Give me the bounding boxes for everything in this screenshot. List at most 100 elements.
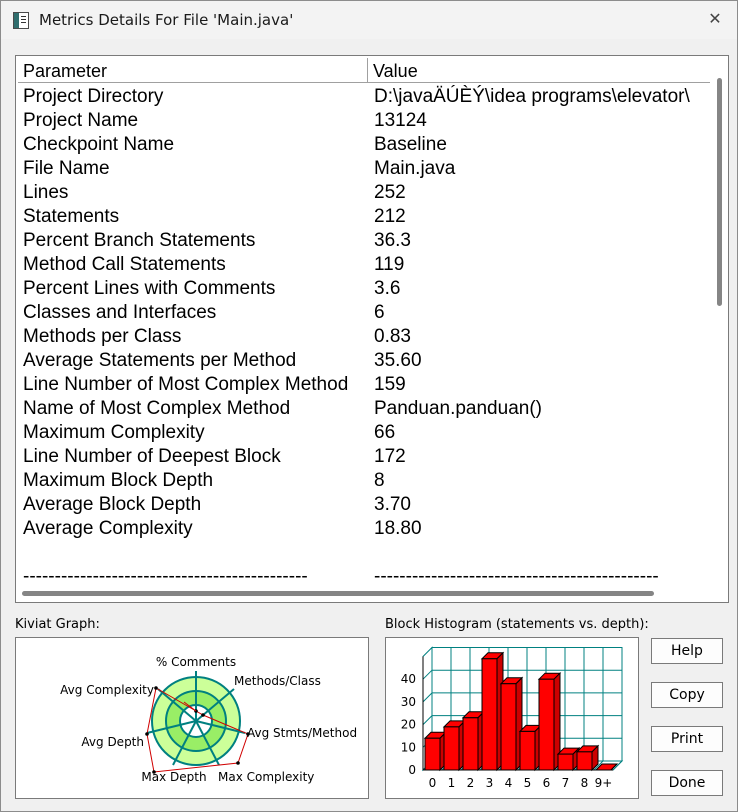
column-header-value[interactable]: Value — [368, 58, 710, 82]
table-row[interactable]: Maximum Block Depth 8 — [18, 470, 710, 494]
x-tick-label: 3 — [486, 776, 494, 790]
x-tick-label: 6 — [543, 776, 551, 790]
print-button[interactable]: Print — [651, 726, 723, 752]
table-row[interactable]: Percent Branch Statements 36.3 — [18, 230, 710, 254]
row-parameter: Project Directory — [23, 86, 164, 107]
close-icon[interactable]: ✕ — [701, 7, 729, 33]
row-value: 212 — [374, 206, 406, 227]
y-tick-label: 30 — [401, 695, 416, 709]
row-parameter: Line Number of Deepest Block — [23, 446, 281, 467]
row-parameter: Checkpoint Name — [23, 134, 175, 155]
histogram-bar — [538, 678, 555, 771]
table-row[interactable]: Project Directory D:\javaÄÚÈÝ\idea progra… — [18, 86, 710, 110]
row-parameter: Average Complexity — [23, 518, 193, 539]
horizontal-scrollbar[interactable] — [18, 586, 710, 600]
vertical-scroll-thumb[interactable] — [717, 78, 722, 306]
y-tick-label: 40 — [401, 672, 416, 686]
row-parameter: Method Call Statements — [23, 254, 226, 275]
table-row[interactable]: Methods per Class 0.83 — [18, 326, 710, 350]
table-row[interactable]: File Name Main.java — [18, 158, 710, 182]
kiviat-axis-label: Avg Depth — [81, 735, 144, 749]
row-value: 6 — [374, 302, 385, 323]
horizontal-scroll-thumb[interactable] — [22, 591, 654, 596]
row-parameter: Maximum Block Depth — [23, 470, 214, 491]
y-tick-label: 10 — [401, 740, 416, 754]
vertical-scrollbar[interactable] — [712, 58, 726, 584]
help-button[interactable]: Help — [651, 638, 723, 664]
x-tick-label: 8 — [581, 776, 589, 790]
kiviat-axis-label: Methods/Class — [234, 674, 321, 688]
table-row[interactable]: Maximum Complexity 66 — [18, 422, 710, 446]
table-row[interactable]: Project Name 13124 — [18, 110, 710, 134]
x-tick-label: 1 — [448, 776, 456, 790]
separator-value: ----------------------------------------… — [374, 566, 659, 587]
histogram-bar — [462, 717, 479, 771]
kiviat-graph: % Comments Methods/Class Avg Stmts/Metho… — [15, 637, 369, 799]
row-parameter: Average Block Depth — [23, 494, 202, 515]
table-row[interactable]: Checkpoint Name Baseline — [18, 134, 710, 158]
row-parameter: Methods per Class — [23, 326, 182, 347]
row-parameter: Percent Branch Statements — [23, 230, 256, 251]
row-value: 252 — [374, 182, 406, 203]
x-tick-label: 9+ — [595, 776, 613, 790]
histogram-bar — [576, 751, 593, 771]
row-value: 159 — [374, 374, 406, 395]
table-row[interactable]: Statements 212 — [18, 206, 710, 230]
kiviat-axis-label: Avg Stmts/Method — [247, 726, 357, 740]
row-value: Main.java — [374, 158, 456, 179]
table-row[interactable]: Average Statements per Method 35.60 — [18, 350, 710, 374]
y-tick-label: 0 — [408, 763, 416, 777]
row-parameter: Project Name — [23, 110, 139, 131]
table-row[interactable]: Name of Most Complex Method Panduan.pandu… — [18, 398, 710, 422]
kiviat-axis-label: Max Depth — [141, 770, 206, 784]
x-tick-label: 4 — [505, 776, 513, 790]
row-value: 3.6 — [374, 278, 401, 299]
list-rows: Project Directory D:\javaÄÚÈÝ\idea progra… — [18, 86, 710, 590]
row-value: 8 — [374, 470, 385, 491]
histogram-bar — [424, 737, 441, 771]
done-button[interactable]: Done — [651, 770, 723, 796]
kiviat-axis-label: Max Complexity — [218, 770, 314, 784]
table-row[interactable]: Average Block Depth 3.70 — [18, 494, 710, 518]
histogram-svg: 0102030400 1 2 3 4 5 6 7 8 9+ — [401, 646, 624, 790]
row-value: D:\javaÄÚÈÝ\idea programs\elevator\ — [374, 86, 690, 107]
row-parameter: Statements — [23, 206, 120, 227]
row-value: Panduan.panduan() — [374, 398, 542, 419]
histogram-bar — [500, 683, 517, 771]
row-parameter: Lines — [23, 182, 69, 203]
table-row[interactable]: Classes and Interfaces 6 — [18, 302, 710, 326]
block-histogram: 0 10 20 30 40 0 1 2 3 4 5 6 7 8 9+ — [385, 637, 639, 799]
metrics-list[interactable]: Parameter Value Project Directory D:\java… — [15, 55, 729, 603]
x-tick-label: 2 — [467, 776, 475, 790]
copy-button[interactable]: Copy — [651, 682, 723, 708]
row-value: 36.3 — [374, 230, 411, 251]
row-parameter: File Name — [23, 158, 110, 179]
row-value: 172 — [374, 446, 406, 467]
row-value: 119 — [374, 254, 405, 275]
x-tick-label: 5 — [524, 776, 532, 790]
row-parameter: Percent Lines with Comments — [23, 278, 276, 299]
table-row[interactable]: Average Complexity 18.80 — [18, 518, 710, 542]
table-row[interactable]: Line Number of Deepest Block 172 — [18, 446, 710, 470]
y-tick-label: 20 — [401, 718, 416, 732]
row-value: 66 — [374, 422, 396, 443]
row-value: 35.60 — [374, 350, 422, 371]
kiviat-axis-label: Avg Complexity — [60, 683, 154, 697]
table-row[interactable]: Lines 252 — [18, 182, 710, 206]
histogram-bar — [557, 753, 574, 771]
row-value: 3.70 — [374, 494, 411, 515]
row-value: 0.83 — [374, 326, 411, 347]
histogram-bar — [443, 726, 460, 771]
row-parameter: Classes and Interfaces — [23, 302, 217, 323]
table-row[interactable]: Method Call Statements 119 — [18, 254, 710, 278]
list-header: Parameter Value — [18, 58, 710, 83]
row-value: 13124 — [374, 110, 427, 131]
column-header-parameter[interactable]: Parameter — [18, 58, 368, 82]
histogram-bar — [481, 658, 498, 771]
row-parameter: Line Number of Most Complex Method — [23, 374, 349, 395]
blank-row — [18, 542, 710, 566]
table-row[interactable]: Percent Lines with Comments 3.6 — [18, 278, 710, 302]
metrics-details-window: Metrics Details For File 'Main.java' ✕ P… — [0, 0, 738, 812]
kiviat-label: Kiviat Graph: — [15, 617, 100, 632]
table-row[interactable]: Line Number of Most Complex Method 159 — [18, 374, 710, 398]
